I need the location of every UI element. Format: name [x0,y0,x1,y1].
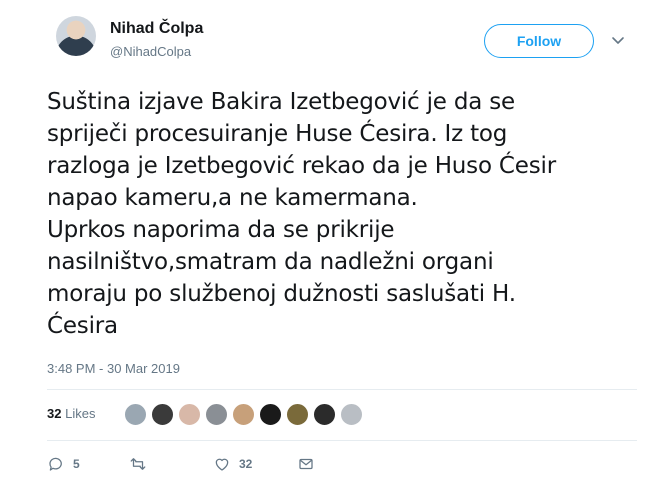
liker-avatar[interactable] [151,403,174,426]
reply-button[interactable]: 5 [47,455,129,473]
heart-icon [215,458,229,471]
liker-avatar[interactable] [178,403,201,426]
retweet-icon [130,458,146,470]
avatar[interactable] [56,16,96,56]
chevron-down-icon[interactable] [610,32,626,48]
liker-avatars [124,403,363,426]
tweet-card: Nihad Čolpa @NihadColpa Follow Suština i… [0,0,657,487]
author-handle[interactable]: @NihadColpa [110,44,191,59]
author-name[interactable]: Nihad Čolpa [110,20,203,38]
likes-stat[interactable]: 32 Likes [47,406,95,421]
like-count: 32 [239,457,253,471]
retweet-button[interactable] [129,455,213,473]
liker-avatar[interactable] [124,403,147,426]
divider [47,389,637,390]
direct-message-button[interactable] [297,455,315,473]
liker-avatar[interactable] [259,403,282,426]
liker-avatar[interactable] [286,403,309,426]
reply-count: 5 [73,457,80,471]
liker-avatar[interactable] [205,403,228,426]
likes-label: Likes [65,406,96,421]
liker-avatar[interactable] [313,403,336,426]
reply-icon [49,457,62,471]
envelope-icon [299,458,313,470]
action-bar: 5 32 [47,455,315,473]
liker-avatar[interactable] [232,403,255,426]
tweet-text: Suština izjave Bakira Izetbegović je da … [47,89,556,339]
tweet-timestamp[interactable]: 3:48 PM - 30 Mar 2019 [47,361,180,376]
divider [47,440,637,441]
like-button[interactable]: 32 [213,455,297,473]
follow-button[interactable]: Follow [484,24,594,58]
likes-count: 32 [47,406,62,421]
liker-avatar[interactable] [340,403,363,426]
